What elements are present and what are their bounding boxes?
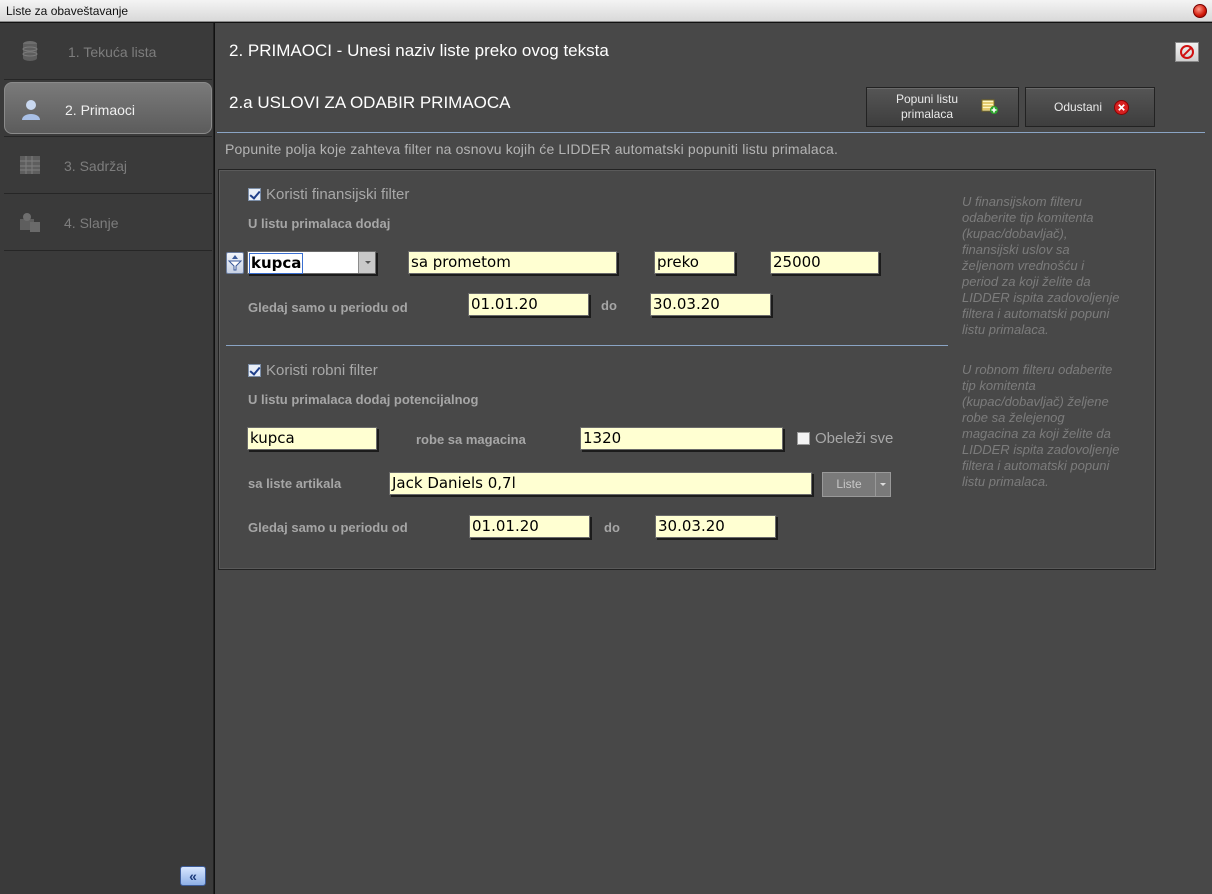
window-titlebar: Liste za obaveštavanje — [0, 0, 1212, 22]
header-divider — [217, 132, 1205, 133]
goods-warehouse-label: robe sa magacina — [416, 432, 526, 447]
fill-list-label-line1: Popuni listu — [895, 92, 959, 106]
sidebar-item-label: 4. Slanje — [64, 215, 119, 231]
goods-warehouse-field[interactable]: 1320 — [580, 427, 783, 450]
cancel-button[interactable]: Odustani — [1025, 87, 1155, 127]
double-chevron-left-icon: « — [189, 868, 197, 884]
sidebar: 1. Tekuća lista 2. Primaoci 3. Sadržaj 4… — [0, 23, 214, 894]
page-title[interactable]: 2. PRIMAOCI - Unesi naziv liste preko ov… — [229, 41, 609, 61]
goods-filter-label: Koristi robni filter — [266, 362, 378, 379]
lists-button-label: Liste — [823, 473, 876, 496]
sidebar-item-label: 2. Primaoci — [65, 102, 136, 118]
sidebar-item-slanje[interactable]: 4. Slanje — [4, 196, 212, 248]
financial-condition-field[interactable]: sa prometom — [408, 251, 617, 274]
financial-date-to-field[interactable]: 30.03.20 — [650, 293, 771, 316]
financial-help-text: U finansijskom filteru odaberite tip kom… — [962, 194, 1120, 337]
sidebar-item-label: 1. Tekuća lista — [68, 44, 157, 60]
collapse-sidebar-button[interactable]: « — [180, 866, 206, 886]
goods-help-text: U robnom filteru odaberite tip komitenta… — [962, 362, 1120, 489]
financial-period-label: Gledaj samo u periodu od — [248, 300, 408, 315]
user-icon — [22, 100, 40, 120]
cancel-button-label: Odustani — [1053, 100, 1103, 114]
goods-to-label: do — [604, 520, 620, 535]
financial-filter-checkbox[interactable] — [248, 188, 261, 201]
goods-period-label: Gledaj samo u periodu od — [248, 520, 408, 535]
fill-list-label-line2: primalaca — [900, 107, 954, 121]
financial-date-from-field[interactable]: 01.01.20 — [468, 293, 589, 316]
goods-add-label: U listu primalaca dodaj potencijalnog — [248, 392, 479, 407]
lists-button[interactable]: Liste — [822, 472, 891, 497]
chevron-down-icon[interactable] — [358, 252, 375, 273]
goods-articles-label: sa liste artikala — [248, 476, 342, 491]
sidebar-item-primaoci[interactable]: 2. Primaoci — [4, 82, 212, 134]
window-title: Liste za obaveštavanje — [6, 4, 129, 18]
mark-all-label: Obeleži sve — [815, 430, 894, 447]
send-icon — [20, 213, 40, 232]
financial-type-select[interactable]: kupca — [247, 251, 376, 274]
stop-button[interactable] — [1175, 42, 1199, 62]
help-text: Popunite polja koje zahteva filter na os… — [225, 141, 838, 157]
goods-articles-field[interactable]: Jack Daniels 0,7l — [389, 472, 812, 495]
main-panel: 2. PRIMAOCI - Unesi naziv liste preko ov… — [215, 23, 1212, 894]
financial-amount-field[interactable]: 25000 — [770, 251, 879, 274]
financial-operator-field[interactable]: preko — [654, 251, 735, 274]
sidebar-item-label: 3. Sadržaj — [64, 158, 128, 174]
mark-all-checkbox[interactable] — [797, 432, 810, 445]
goods-type-field[interactable]: kupca — [247, 427, 377, 450]
filter-panel: Koristi finansijski filter U listu prima… — [218, 169, 1156, 570]
stop-icon — [1180, 45, 1194, 59]
goods-filter-checkbox[interactable] — [248, 364, 261, 377]
grid-icon — [20, 156, 40, 174]
filter-divider — [226, 345, 948, 346]
financial-type-value: kupca — [249, 253, 304, 274]
financial-add-label: U listu primalaca dodaj — [248, 216, 391, 231]
sidebar-item-sadrzaj[interactable]: 3. Sadržaj — [4, 139, 212, 191]
financial-to-label: do — [601, 298, 617, 313]
goods-date-to-field[interactable]: 30.03.20 — [655, 515, 776, 538]
close-window-icon[interactable] — [1193, 4, 1207, 18]
financial-filter-label: Koristi finansijski filter — [266, 186, 410, 203]
goods-date-from-field[interactable]: 01.01.20 — [469, 515, 590, 538]
sidebar-item-tekuca-lista[interactable]: 1. Tekuća lista — [4, 25, 212, 77]
funnel-icon — [227, 255, 243, 271]
section-title: 2.a USLOVI ZA ODABIR PRIMAOCA — [229, 93, 511, 112]
database-icon — [22, 41, 38, 61]
cancel-icon — [1114, 100, 1129, 115]
filter-icon[interactable] — [226, 252, 244, 274]
table-add-icon — [981, 99, 998, 114]
chevron-down-icon[interactable] — [877, 473, 890, 496]
fill-list-button[interactable]: Popuni listu primalaca — [866, 87, 1019, 127]
